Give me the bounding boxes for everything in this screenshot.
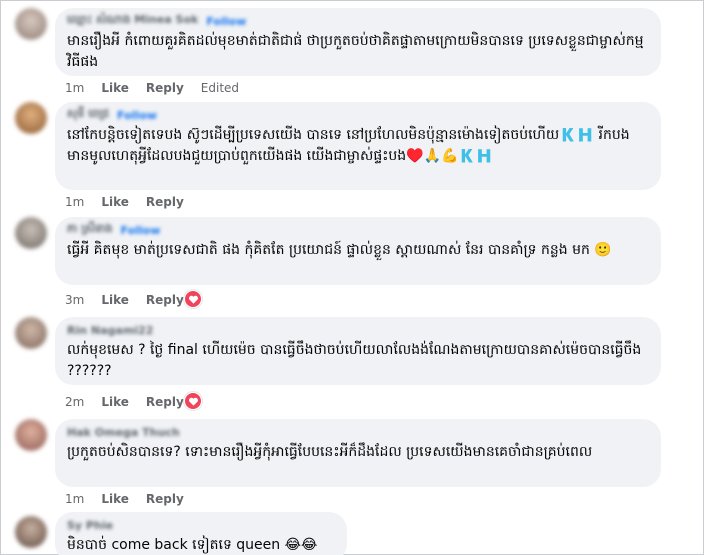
author-name[interactable]: Hak Omega Thuch <box>67 426 180 439</box>
comment-text: ធ្វើអី គិតមុខ មាត់ប្រទេសជាតិ ផង កុំគិតតែ… <box>67 242 612 258</box>
heart-icon <box>188 397 198 406</box>
comment-header: Sy Phie <box>67 518 335 532</box>
avatar[interactable] <box>15 102 47 134</box>
author-name[interactable]: សុខី ពេជ្រ <box>67 107 109 123</box>
timestamp[interactable]: 3m <box>65 293 84 307</box>
follow-link[interactable]: Follow <box>206 15 246 28</box>
author-name[interactable]: Rin Nagami22 <box>67 324 153 337</box>
comment-bubble: Sy Phie មិនបាច់ come back ទៀតទេ queen 😂😂 <box>55 512 347 555</box>
avatar[interactable] <box>15 317 47 349</box>
reply-button[interactable]: Reply <box>146 492 184 506</box>
comment-bubble: ឈ្មោះ សំណាង Minea Sok Follow មានរឿងអី កំ… <box>55 8 661 76</box>
avatar[interactable] <box>15 419 47 451</box>
comment-header: Rin Nagami22 <box>67 323 649 337</box>
comment-bubble: ភា ស្រីនាង Follow ធ្វើអី គិតមុខ មាត់ប្រទ… <box>55 217 661 285</box>
like-button[interactable]: Like <box>101 81 129 95</box>
like-button[interactable]: Like <box>101 293 129 307</box>
timestamp[interactable]: 1m <box>65 195 84 209</box>
comment-header: Hak Omega Thuch <box>67 425 649 439</box>
comment-header: សុខី ពេជ្រ Follow <box>67 107 649 123</box>
timestamp[interactable]: 1m <box>65 81 84 95</box>
follow-link[interactable]: Follow <box>117 109 157 122</box>
love-reaction-icon[interactable] <box>184 392 202 410</box>
avatar[interactable] <box>15 217 47 249</box>
comment-bubble: សុខី ពេជ្រ Follow នៅកែបន្តិចទៀតទេបង ស៊ូៗ… <box>55 102 661 190</box>
avatar[interactable] <box>15 516 47 548</box>
like-button[interactable]: Like <box>101 395 129 409</box>
timestamp[interactable]: 2m <box>65 395 84 409</box>
comment-text: មានរឿងអី កំពោយគួរគិតដល់មុខមាត់ជាតិជាផ់ ថ… <box>67 33 644 70</box>
timestamp[interactable]: 1m <box>65 492 84 506</box>
avatar-image <box>15 516 47 548</box>
author-name[interactable]: Sy Phie <box>67 519 113 532</box>
comment-header: ឈ្មោះ សំណាង Minea Sok Follow <box>67 13 649 29</box>
comment-text: លក់មុខមេស ? ថ្ងៃ final ហើយម៉េច បានធ្វើចឹ… <box>67 342 646 379</box>
reply-button[interactable]: Reply <box>146 81 184 95</box>
comment-text: ប្រកួតចប់សិនបានទេ? ទោះមានរឿងអ្វីកុំអាធ្វ… <box>67 444 593 460</box>
avatar[interactable] <box>15 8 47 40</box>
comment-actions: 3m Like Reply <box>65 292 201 308</box>
comment-header: ភា ស្រីនាង Follow <box>67 222 649 238</box>
comment-bubble: Hak Omega Thuch ប្រកួតចប់សិនបានទេ? ទោះមា… <box>55 419 661 487</box>
comment-text: នៅកែបន្តិចទៀតទេបង ស៊ូៗដើម្បីប្រទេសយើង បា… <box>67 127 630 164</box>
reply-button[interactable]: Reply <box>146 395 184 409</box>
comment-actions: 2m Like Reply <box>65 394 201 410</box>
reply-button[interactable]: Reply <box>146 293 184 307</box>
author-name[interactable]: ឈ្មោះ សំណាង Minea Sok <box>67 13 198 29</box>
avatar-image <box>15 317 47 349</box>
comment-actions: 1m Like Reply Edited <box>65 80 256 96</box>
comment-text: មិនបាច់ come back ទៀតទេ queen 😂😂 <box>67 537 318 553</box>
edited-label: Edited <box>200 81 240 95</box>
heart-icon <box>188 295 198 304</box>
avatar-image <box>15 102 47 134</box>
avatar-image <box>15 419 47 451</box>
avatar-image <box>15 217 47 249</box>
follow-link[interactable]: Follow <box>121 224 161 237</box>
comment-actions: 1m Like Reply <box>65 491 201 507</box>
avatar-image <box>15 8 47 40</box>
love-reaction-icon[interactable] <box>184 290 202 308</box>
comment-bubble: Rin Nagami22 លក់មុខមេស ? ថ្ងៃ final ហើយម… <box>55 317 661 385</box>
like-button[interactable]: Like <box>101 492 129 506</box>
comment-actions: 1m Like Reply <box>65 194 201 210</box>
like-button[interactable]: Like <box>101 195 129 209</box>
author-name[interactable]: ភា ស្រីនាង <box>67 222 113 238</box>
reply-button[interactable]: Reply <box>146 195 184 209</box>
